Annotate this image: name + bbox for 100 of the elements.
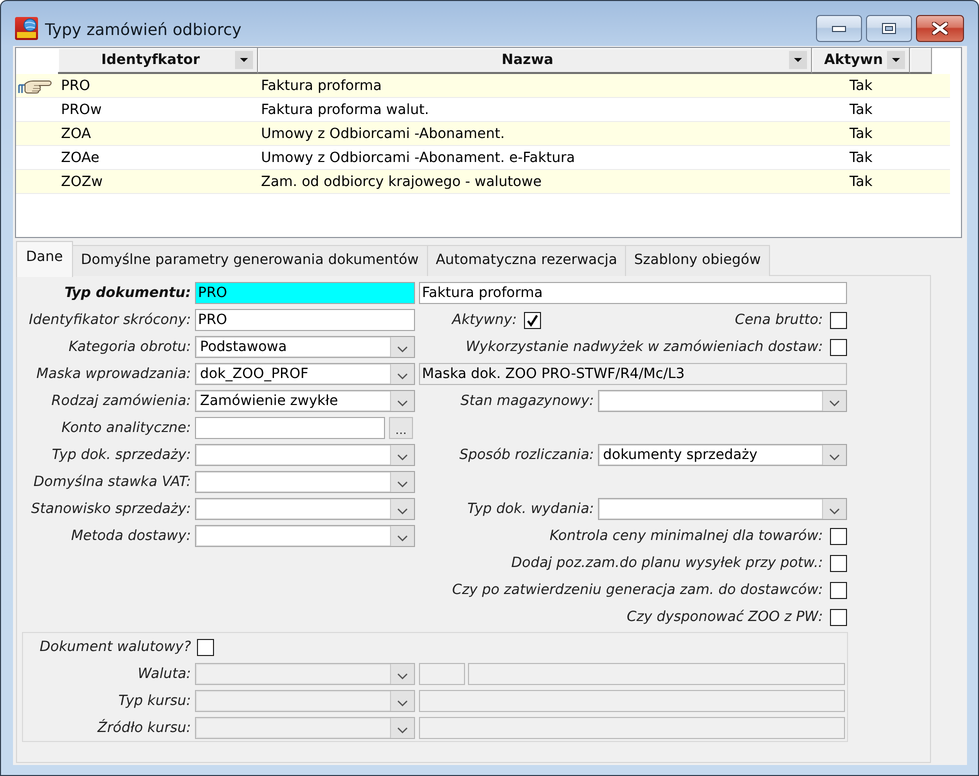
app-logo-icon [15, 17, 38, 40]
text-field[interactable] [419, 717, 845, 739]
table-cell-text: Tak [848, 148, 874, 168]
table-cell-text: ZOAe [60, 148, 100, 168]
dropdown-field[interactable]: dokumenty sprzedaży [598, 444, 847, 466]
text-field[interactable] [419, 690, 845, 712]
dropdown-button[interactable] [822, 499, 846, 519]
field-label: Kategoria obrotu: [68, 338, 191, 356]
text-field[interactable]: Faktura proforma [419, 282, 847, 304]
tab[interactable]: Szablony obiegów [625, 245, 770, 276]
field-label: Typ dok. sprzedaży: [50, 446, 191, 464]
dropdown-field[interactable] [598, 390, 847, 412]
dropdown-field[interactable] [195, 498, 415, 520]
dropdown-button[interactable] [390, 472, 414, 492]
chevron-down-icon [829, 454, 840, 461]
tab[interactable]: Automatyczna rezerwacja [426, 245, 626, 276]
field-label: Czy dysponować ZOO z PW: [626, 608, 823, 626]
dropdown-field[interactable] [598, 498, 847, 520]
field-label: Identyfikator skrócony: [28, 311, 191, 329]
table-row[interactable]: ZOZw Zam. od odbiorcy krajowego - walutowe Tak [16, 170, 950, 194]
table-row[interactable]: ZOA Umowy z Odbiorcami -Abonament. Tak [16, 122, 950, 146]
chevron-down-icon [397, 727, 408, 734]
checkbox[interactable] [830, 338, 847, 356]
text-field[interactable] [195, 417, 385, 439]
dropdown-button[interactable] [822, 391, 846, 411]
readonly-field: Maska dok. ZOO PRO-STWF/R4/Mc/L3 [419, 363, 847, 385]
field-label: Typ dokumentu: [64, 284, 191, 302]
checkbox[interactable] [197, 638, 214, 656]
tab[interactable]: Dane [16, 241, 73, 277]
chevron-down-icon [397, 535, 408, 542]
checkbox[interactable] [830, 582, 847, 598]
browse-button[interactable]: ... [389, 417, 413, 439]
dropdown-field[interactable] [195, 471, 415, 493]
field-label: Kontrola ceny minimalnej dla towarów: [550, 527, 823, 545]
field-label: Źródło kursu: [96, 719, 191, 737]
dropdown-button[interactable] [390, 526, 414, 546]
dropdown-button[interactable] [390, 337, 414, 357]
field-label: Maska wprowadzania: [35, 365, 191, 383]
checkbox[interactable] [830, 312, 847, 328]
field-label: Waluta: [136, 665, 191, 683]
caret-down-icon[interactable] [235, 51, 253, 69]
caret-down-icon[interactable] [887, 51, 905, 69]
field-label: Sposób rozliczania: [459, 446, 594, 464]
table-cell-text: ZOZw [60, 172, 104, 192]
chevron-down-icon [397, 373, 408, 380]
close-icon [932, 22, 948, 35]
table-cell-text: Faktura proforma [260, 76, 383, 96]
checkbox[interactable] [830, 528, 847, 544]
dropdown-field[interactable]: Zamówienie zwykłe [195, 390, 415, 412]
caret-down-icon[interactable] [789, 51, 807, 69]
dropdown-field[interactable] [195, 444, 415, 466]
checkbox[interactable] [830, 554, 847, 572]
field-label: Typ dok. wydania: [467, 500, 594, 518]
field-label: Aktywny: [452, 311, 517, 329]
column-header[interactable]: Aktywn [812, 48, 910, 74]
text-field[interactable] [419, 663, 465, 685]
chevron-down-icon [397, 508, 408, 515]
dropdown-button[interactable] [822, 445, 846, 465]
column-header[interactable]: Nazwa [258, 48, 812, 74]
table-cell-text: Zam. od odbiorcy krajowego - walutowe [260, 172, 543, 192]
maximize-icon [882, 23, 896, 34]
field-label: Stan magazynowy: [460, 392, 594, 410]
chevron-down-icon [829, 400, 840, 407]
chevron-down-icon [397, 346, 408, 353]
checkmark-icon [526, 314, 539, 326]
field-label: Metoda dostawy: [70, 527, 191, 545]
column-header[interactable]: Identyfkator [58, 48, 258, 74]
chevron-down-icon [397, 400, 408, 407]
field-label: Rodzaj zamówienia: [50, 392, 191, 410]
text-field[interactable]: PRO [195, 309, 415, 331]
dropdown-button[interactable] [390, 499, 414, 519]
field-label: Dodaj poz.zam.do planu wysyłek przy potw.: [511, 554, 823, 572]
dropdown-field[interactable] [195, 525, 415, 547]
table-row[interactable]: PRO Faktura proforma Tak [16, 74, 950, 98]
field-label: Czy po zatwierdzeniu generacja zam. do dostawców: [452, 581, 823, 599]
maximize-button[interactable] [866, 15, 912, 42]
checkbox[interactable] [830, 608, 847, 626]
dropdown-field[interactable]: Podstawowa [195, 336, 415, 358]
dropdown-button[interactable] [390, 445, 414, 465]
field-label: Domyślna stawka VAT: [32, 473, 191, 491]
table-cell-text: Umowy z Odbiorcami -Abonament. e-Faktura [260, 148, 576, 168]
field-label: Konto analityczne: [60, 419, 191, 437]
chevron-down-icon [829, 508, 840, 515]
table-cell-text: Faktura proforma walut. [260, 100, 430, 120]
chevron-down-icon [397, 700, 408, 707]
dropdown-field[interactable]: dok_ZOO_PROF [195, 363, 415, 385]
minimize-button[interactable] [816, 15, 862, 42]
table-cell-text: Tak [848, 124, 874, 144]
text-field[interactable]: PRO [195, 282, 415, 304]
table-cell-text: PROw [60, 100, 103, 120]
chevron-down-icon [397, 454, 408, 461]
dropdown-button[interactable] [390, 391, 414, 411]
table-cell-text: ZOA [60, 124, 92, 144]
table-cell-text: Umowy z Odbiorcami -Abonament. [260, 124, 506, 144]
dropdown-button[interactable] [390, 364, 414, 384]
field-label: Stanowisko sprzedaży: [30, 500, 191, 518]
tab[interactable]: Domyślne parametry generowania dokumentów [72, 245, 428, 276]
text-field[interactable] [468, 663, 845, 685]
close-button[interactable] [916, 15, 964, 42]
checkbox[interactable] [524, 312, 541, 328]
